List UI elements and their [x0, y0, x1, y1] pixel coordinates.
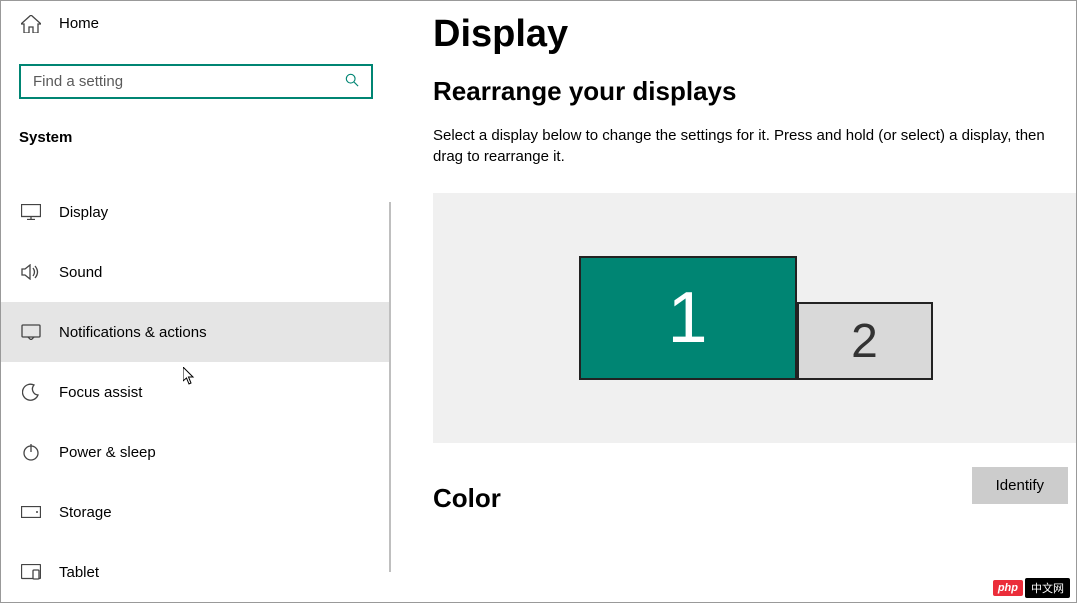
display-arrange-area: 1 2 — [433, 193, 1076, 443]
notifications-icon — [21, 322, 41, 342]
sidebar-item-label: Storage — [59, 504, 112, 521]
display-2[interactable]: 2 — [797, 302, 933, 380]
category-header: System — [1, 99, 391, 158]
search-icon — [345, 73, 359, 90]
home-nav[interactable]: Home — [1, 1, 391, 46]
sidebar-item-power[interactable]: Power & sleep — [1, 422, 391, 482]
sound-icon — [21, 262, 41, 282]
sidebar-item-label: Notifications & actions — [59, 324, 207, 341]
sidebar-item-label: Power & sleep — [59, 444, 156, 461]
sidebar-scrollbar[interactable] — [389, 202, 391, 572]
sidebar-item-tablet[interactable]: Tablet — [1, 542, 391, 602]
display-icon — [21, 202, 41, 222]
sidebar-item-label: Display — [59, 204, 108, 221]
rearrange-description: Select a display below to change the set… — [433, 125, 1076, 167]
home-label: Home — [59, 15, 99, 32]
sidebar-item-label: Tablet — [59, 564, 99, 581]
identify-button[interactable]: Identify — [972, 467, 1068, 504]
power-icon — [21, 442, 41, 462]
sidebar-item-label: Sound — [59, 264, 102, 281]
sidebar-item-storage[interactable]: Storage — [1, 482, 391, 542]
watermark-red: php — [993, 580, 1023, 596]
sidebar-item-focus[interactable]: Focus assist — [1, 362, 391, 422]
watermark: php 中文网 — [993, 578, 1070, 598]
sidebar-item-sound[interactable]: Sound — [1, 242, 391, 302]
search-input[interactable] — [33, 73, 345, 90]
rearrange-title: Rearrange your displays — [433, 76, 1076, 107]
sidebar-item-display[interactable]: Display — [1, 182, 391, 242]
storage-icon — [21, 502, 41, 522]
display-1[interactable]: 1 — [579, 256, 797, 380]
home-icon — [21, 15, 41, 33]
search-input-container[interactable] — [19, 64, 373, 99]
sidebar: Home System Display Sound Notifications … — [1, 1, 391, 602]
watermark-black: 中文网 — [1025, 578, 1070, 598]
main-content: Display Rearrange your displays Select a… — [391, 1, 1076, 602]
nav-list: Display Sound Notifications & actions Fo… — [1, 182, 391, 602]
sidebar-item-notifications[interactable]: Notifications & actions — [1, 302, 391, 362]
page-title: Display — [433, 13, 1076, 56]
moon-icon — [21, 382, 41, 402]
tablet-icon — [21, 562, 41, 582]
display-layout: 1 2 — [579, 256, 933, 380]
sidebar-item-label: Focus assist — [59, 384, 142, 401]
